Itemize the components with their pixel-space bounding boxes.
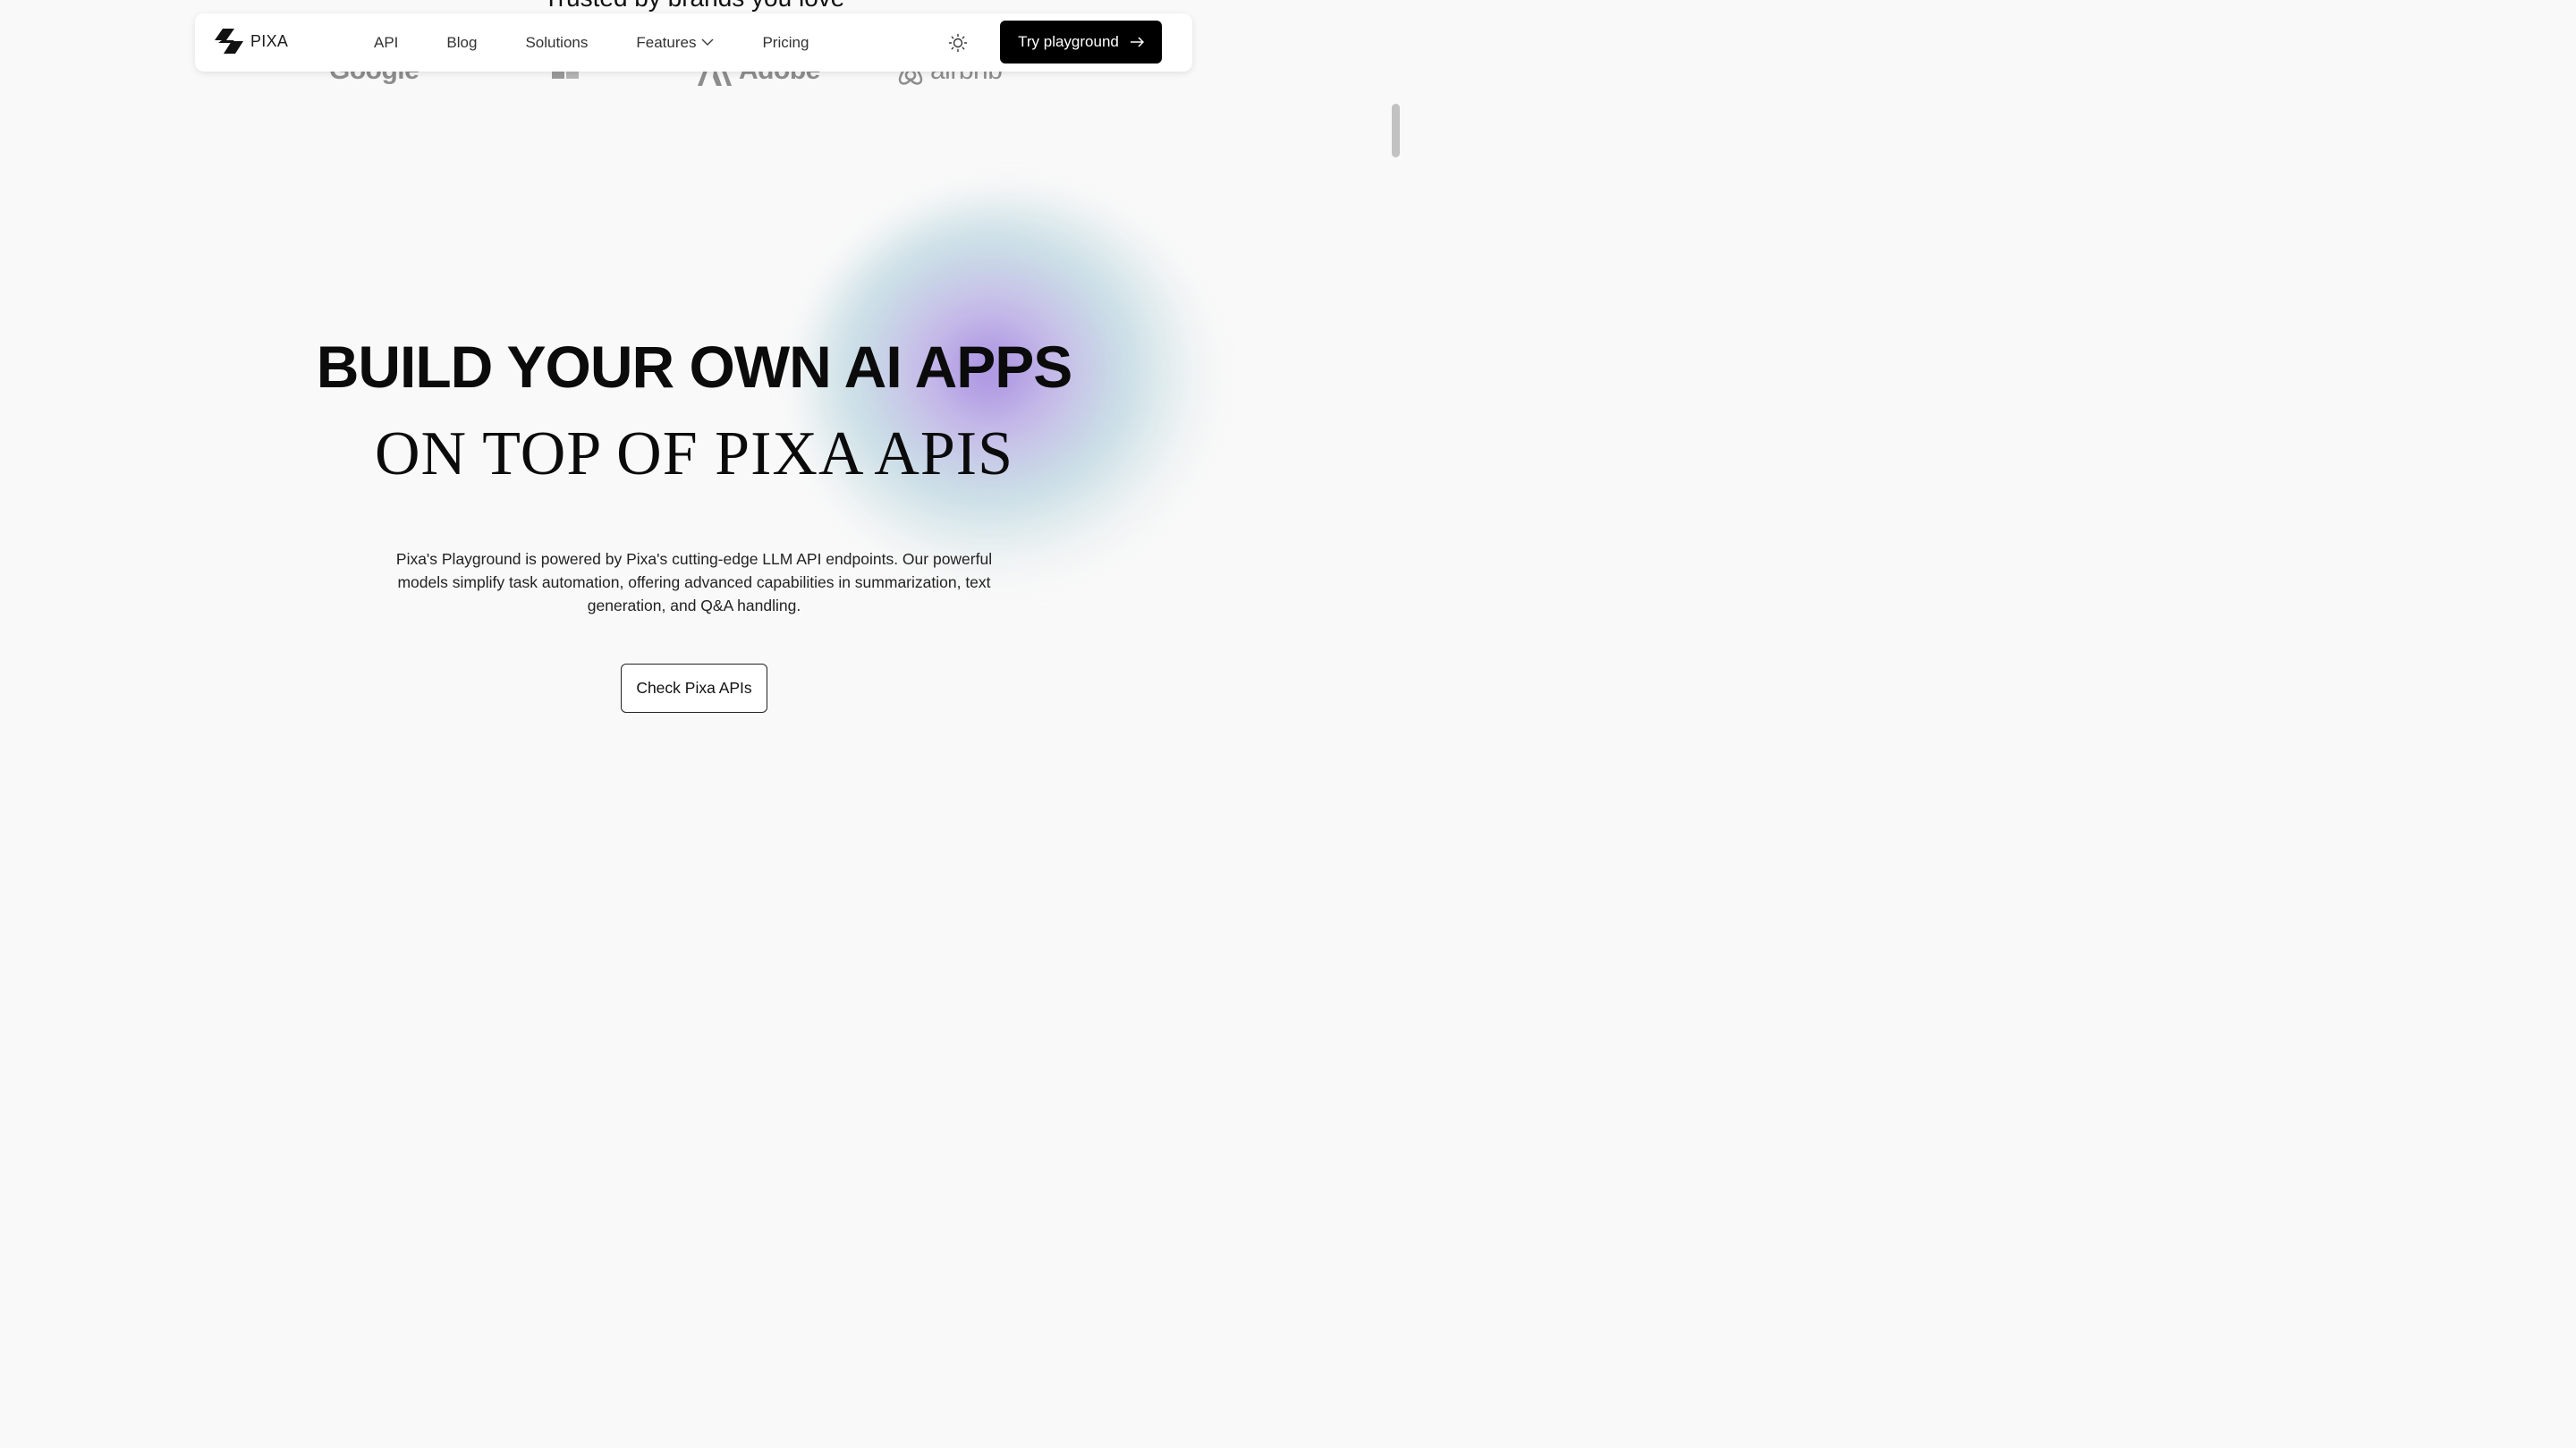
try-playground-label: Try playground [1018,33,1119,50]
nav-link-solutions-label: Solutions [525,33,589,51]
nav-link-pricing[interactable]: Pricing [762,34,809,52]
chevron-down-icon [701,38,714,47]
nav-link-solutions[interactable]: Solutions [525,34,588,52]
theme-toggle-button[interactable] [948,33,968,53]
arrow-right-icon [1130,37,1144,47]
sun-icon [948,33,968,53]
nav-link-features-label: Features [636,33,697,51]
hero-description: Pixa's Playground is powered by Pixa's c… [395,550,993,614]
nav-link-blog[interactable]: Blog [446,34,477,52]
hero-title-line2: ON TOP OF PIXA APIS [374,419,1014,488]
pixa-logo-icon [215,29,243,54]
top-navbar: PIXA API Blog Solutions Features Pricing [195,13,1192,72]
nav-link-pricing-label: Pricing [762,33,809,51]
nav-link-blog-label: Blog [446,33,478,51]
try-playground-button[interactable]: Try playground [1000,21,1162,64]
nav-link-api[interactable]: API [374,34,398,52]
brand-logo-link[interactable]: PIXA [215,29,288,54]
scrollbar-thumb[interactable] [1392,104,1400,157]
hero-title-line1: BUILD YOUR OWN AI APPS [316,334,1073,400]
nav-links: API Blog Solutions Features Pricing [374,13,857,72]
brand-name: PIXA [250,31,289,50]
nav-link-api-label: API [374,33,399,51]
nav-link-features[interactable]: Features [636,34,714,52]
check-pixa-apis-button[interactable]: Check Pixa APIs [621,664,767,713]
trusted-heading: Trusted by brands you love [0,0,1388,13]
page-scrollbar[interactable] [1388,0,1402,788]
